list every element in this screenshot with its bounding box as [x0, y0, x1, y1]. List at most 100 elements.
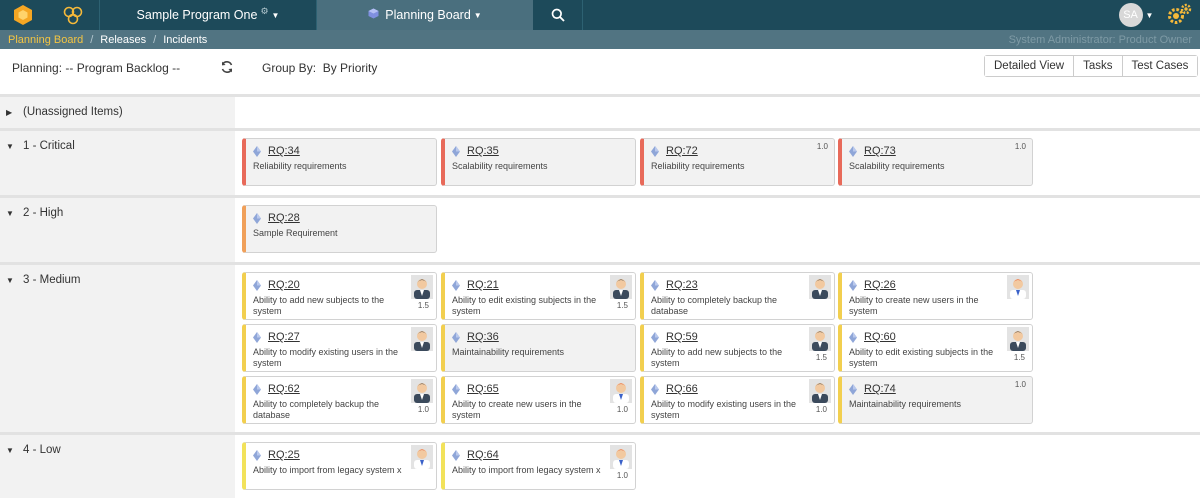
- group-header[interactable]: ▶ (Unassigned Items): [0, 97, 235, 128]
- detailed-view-button[interactable]: Detailed View: [985, 56, 1075, 76]
- owner-avatar[interactable]: [610, 379, 632, 403]
- spira-logo-icon[interactable]: [0, 0, 46, 30]
- requirement-id-link[interactable]: RQ:36: [467, 331, 499, 343]
- planning-board-tab[interactable]: Planning Board ▼: [317, 0, 533, 30]
- owner-avatar[interactable]: [610, 445, 632, 469]
- requirement-card[interactable]: RQ:62 Ability to completely backup the da…: [242, 376, 437, 424]
- group-label: 1 - Critical: [23, 140, 75, 152]
- requirement-card[interactable]: RQ:36 Maintainability requirements: [441, 324, 636, 372]
- requirement-name: Ability to edit existing subjects in the…: [849, 347, 994, 368]
- tasks-button[interactable]: Tasks: [1074, 56, 1123, 76]
- requirement-card[interactable]: RQ:27 Ability to modify existing users in…: [242, 324, 437, 372]
- requirement-id-link[interactable]: RQ:65: [467, 383, 499, 395]
- breadcrumb-releases[interactable]: Releases: [100, 34, 146, 46]
- requirement-card[interactable]: RQ:65 Ability to create new users in the …: [441, 376, 636, 424]
- requirement-id-link[interactable]: RQ:25: [268, 449, 300, 461]
- requirement-id-link[interactable]: RQ:28: [268, 212, 300, 224]
- owner-avatar[interactable]: [1007, 275, 1029, 299]
- owner-avatar[interactable]: [809, 275, 831, 299]
- requirement-id-link[interactable]: RQ:20: [268, 279, 300, 291]
- requirement-card[interactable]: RQ:66 Ability to modify existing users in…: [640, 376, 835, 424]
- requirement-diamond-icon: [849, 144, 857, 157]
- requirement-name: Maintainability requirements: [452, 347, 565, 357]
- search-icon: [551, 8, 565, 22]
- requirement-id-link[interactable]: RQ:60: [864, 331, 896, 343]
- breadcrumb-incidents[interactable]: Incidents: [163, 34, 207, 46]
- planning-selector[interactable]: Planning: -- Program Backlog --: [12, 61, 180, 75]
- collapse-triangle-icon[interactable]: ▼: [6, 276, 14, 285]
- requirement-name: Scalability requirements: [452, 161, 548, 171]
- owner-avatar[interactable]: [411, 327, 433, 351]
- requirement-id-link[interactable]: RQ:59: [666, 331, 698, 343]
- requirement-id-link[interactable]: RQ:73: [864, 145, 896, 157]
- owner-avatar[interactable]: [1007, 327, 1029, 351]
- group-header[interactable]: ▼ 3 - Medium: [0, 265, 235, 432]
- story-points: 1.5: [616, 301, 628, 310]
- requirement-id-link[interactable]: RQ:27: [268, 331, 300, 343]
- refresh-icon[interactable]: [220, 60, 234, 74]
- requirement-name: Ability to completely backup the databas…: [253, 399, 380, 420]
- breadcrumb-separator: /: [153, 33, 157, 46]
- requirement-id-link[interactable]: RQ:72: [666, 145, 698, 157]
- requirement-card[interactable]: RQ:23 Ability to completely backup the da…: [640, 272, 835, 320]
- requirement-card[interactable]: RQ:28 Sample Requirement: [242, 205, 437, 253]
- owner-avatar[interactable]: [411, 445, 433, 469]
- requirement-name: Ability to add new subjects to the syste…: [253, 295, 385, 316]
- gears-icon[interactable]: [1160, 0, 1200, 30]
- requirement-card[interactable]: RQ:60 Ability to edit existing subjects i…: [838, 324, 1033, 372]
- chevron-down-icon: ▼: [473, 10, 482, 20]
- requirement-card[interactable]: RQ:72 Reliability requirements 1.0: [640, 138, 835, 186]
- requirement-card[interactable]: RQ:34 Reliability requirements: [242, 138, 437, 186]
- requirement-id-link[interactable]: RQ:26: [864, 279, 896, 291]
- requirement-id-link[interactable]: RQ:23: [666, 279, 698, 291]
- owner-avatar[interactable]: [411, 379, 433, 403]
- requirement-card[interactable]: RQ:64 Ability to import from legacy syste…: [441, 442, 636, 490]
- owner-avatar[interactable]: [809, 379, 831, 403]
- requirement-id-link[interactable]: RQ:62: [268, 383, 300, 395]
- requirement-name: Ability to create new users in the syste…: [849, 295, 979, 316]
- story-points: 1.0: [417, 405, 429, 414]
- requirement-name: Sample Requirement: [253, 228, 338, 238]
- search-button[interactable]: [533, 0, 583, 30]
- requirement-card[interactable]: RQ:21 Ability to edit existing subjects i…: [441, 272, 636, 320]
- test-cases-button[interactable]: Test Cases: [1122, 56, 1198, 76]
- requirement-diamond-icon: [651, 382, 659, 395]
- requirement-diamond-icon: [253, 144, 261, 157]
- requirement-id-link[interactable]: RQ:21: [467, 279, 499, 291]
- requirement-card[interactable]: RQ:25 Ability to import from legacy syste…: [242, 442, 437, 490]
- owner-avatar[interactable]: [610, 275, 632, 299]
- requirement-card[interactable]: RQ:73 Scalability requirements 1.0: [838, 138, 1033, 186]
- collapse-triangle-icon[interactable]: ▼: [6, 209, 14, 218]
- breadcrumb-planning-board[interactable]: Planning Board: [0, 34, 83, 46]
- expand-triangle-icon[interactable]: ▶: [6, 108, 12, 117]
- requirement-card[interactable]: RQ:74 Maintainability requirements 1.0: [838, 376, 1033, 424]
- user-menu[interactable]: SA ▼: [1112, 0, 1160, 30]
- requirement-id-link[interactable]: RQ:66: [666, 383, 698, 395]
- requirement-diamond-icon: [253, 382, 261, 395]
- group-header[interactable]: ▼ 4 - Low: [0, 435, 235, 498]
- program-selector[interactable]: Sample Program One ⚙ ▼: [100, 0, 317, 30]
- group-header[interactable]: ▼ 2 - High: [0, 198, 235, 262]
- requirement-name: Scalability requirements: [849, 161, 945, 171]
- requirement-card[interactable]: RQ:59 Ability to add new subjects to the …: [640, 324, 835, 372]
- requirement-diamond-icon: [651, 330, 659, 343]
- story-points: 1.0: [1014, 380, 1026, 389]
- requirement-id-link[interactable]: RQ:64: [467, 449, 499, 461]
- requirement-id-link[interactable]: RQ:74: [864, 383, 896, 395]
- collapse-triangle-icon[interactable]: ▼: [6, 446, 14, 455]
- group-label: 4 - Low: [23, 444, 61, 456]
- requirement-card[interactable]: RQ:20 Ability to add new subjects to the …: [242, 272, 437, 320]
- owner-avatar[interactable]: [809, 327, 831, 351]
- requirement-id-link[interactable]: RQ:34: [268, 145, 300, 157]
- story-points: 1.0: [815, 405, 827, 414]
- requirement-diamond-icon: [253, 278, 261, 291]
- group-by-selector[interactable]: Group By: By Priority: [262, 61, 377, 75]
- group-header[interactable]: ▼ 1 - Critical: [0, 131, 235, 195]
- collapse-triangle-icon[interactable]: ▼: [6, 142, 14, 151]
- program-rings-icon[interactable]: [46, 0, 100, 30]
- requirement-id-link[interactable]: RQ:35: [467, 145, 499, 157]
- requirement-card[interactable]: RQ:26 Ability to create new users in the …: [838, 272, 1033, 320]
- owner-avatar[interactable]: [411, 275, 433, 299]
- requirement-diamond-icon: [452, 144, 460, 157]
- requirement-card[interactable]: RQ:35 Scalability requirements: [441, 138, 636, 186]
